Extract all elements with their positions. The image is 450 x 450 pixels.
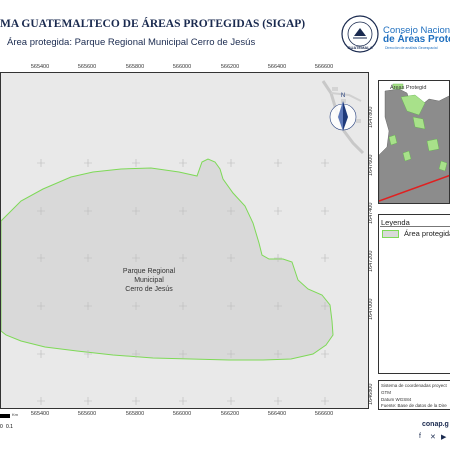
area-label-line2: Municipal	[134, 277, 164, 284]
building	[332, 87, 338, 91]
y-coord-right: 1647400	[368, 202, 374, 224]
x-coord-bottom: 566000	[172, 411, 192, 417]
inset-map[interactable]	[378, 80, 450, 204]
x-coord-top: 566000	[172, 64, 192, 70]
x-coord-top: 565800	[125, 64, 145, 70]
y-coord-right: 1647000	[368, 298, 374, 320]
map-canvas: N Parque Regional Municipal Cerro de Jes…	[1, 80, 365, 405]
guatemala-seal-icon: GUATEMALA	[341, 15, 379, 53]
info-line-3: Datum WGS84	[381, 397, 412, 402]
legend-item-label: Área protegida	[404, 229, 450, 238]
x-coord-top: 566400	[267, 64, 287, 70]
map-title: MA GUATEMALTECO DE ÁREAS PROTEGIDAS (SIG…	[0, 18, 306, 30]
x-coord-bottom: 565600	[77, 411, 97, 417]
x-coord-bottom: 566400	[267, 411, 287, 417]
x-coord-top: 566600	[314, 64, 334, 70]
svg-text:GUATEMALA: GUATEMALA	[347, 45, 372, 50]
area-label-line1: Parque Regional	[123, 268, 176, 275]
inset-legend-label: Áreas Protegid	[390, 85, 427, 91]
y-coord-right: 1646800	[368, 383, 374, 405]
x-coord-bottom: 565800	[125, 411, 145, 417]
building	[341, 99, 346, 103]
scale-max-label: 0.1	[6, 424, 13, 430]
north-label: N	[341, 93, 345, 99]
y-coord-right: 1647800	[368, 106, 374, 128]
y-coord-right: 1647200	[368, 250, 374, 272]
x-icon[interactable]: ✕	[430, 433, 436, 441]
info-line-4: Fuente: Base de datos de la Dire	[381, 403, 447, 408]
x-coord-top: 565400	[30, 64, 50, 70]
info-line-2: GTM	[381, 390, 391, 395]
x-coord-top: 566200	[220, 64, 240, 70]
header: MA GUATEMALTECO DE ÁREAS PROTEGIDAS (SIG…	[0, 0, 450, 58]
protected-region	[426, 138, 440, 152]
x-coord-bottom: 565400	[30, 411, 50, 417]
youtube-icon[interactable]: ▶	[441, 433, 446, 441]
map-subtitle: Área protegida: Parque Regional Municipa…	[7, 37, 256, 48]
info-line-1: Sistema de coordenadas proyect	[381, 383, 447, 388]
inset-map-canvas	[379, 81, 449, 203]
building	[356, 119, 361, 123]
main-map[interactable]: N Parque Regional Municipal Cerro de Jes…	[0, 72, 369, 409]
scale-unit: Km	[12, 412, 18, 417]
legend-divider	[380, 226, 450, 227]
scale-zero-label: 0	[0, 424, 3, 430]
conap-subtitle: Dirección de análisis Geoespacial	[385, 46, 438, 50]
website-link[interactable]: conap.g	[422, 421, 449, 428]
facebook-icon[interactable]: f	[419, 433, 421, 440]
x-coord-bottom: 566600	[314, 411, 334, 417]
area-label-line3: Cerro de Jesús	[125, 286, 173, 293]
conap-name-line2: de Áreas Protegi	[383, 34, 450, 45]
legend-box	[378, 214, 450, 374]
y-coord-right: 1647600	[368, 154, 374, 176]
protected-area-polygon[interactable]	[1, 158, 334, 361]
x-coord-bottom: 566200	[220, 411, 240, 417]
x-coord-top: 565600	[77, 64, 97, 70]
scale-bar	[0, 414, 10, 418]
legend-swatch	[382, 230, 399, 238]
